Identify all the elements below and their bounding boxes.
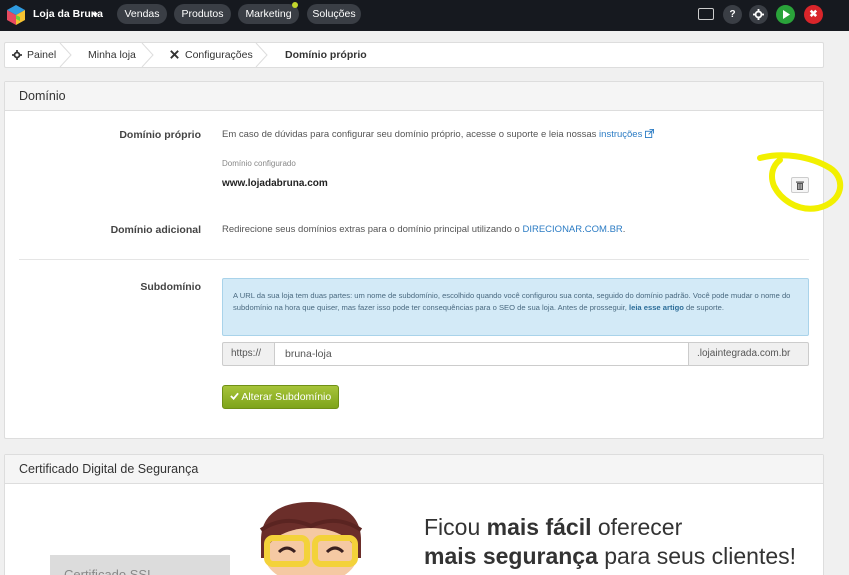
change-subdomain-label: Alterar Subdomínio — [241, 391, 332, 403]
info-line-3: de suporte. — [685, 302, 724, 312]
promo-1c: oferecer — [597, 514, 683, 540]
configured-domain-label: Domínio configurado — [222, 159, 296, 168]
support-article-link[interactable]: leia esse artigo — [629, 303, 684, 312]
ssl-tag-label: Certificado SSL — [64, 567, 155, 575]
subdomain-input-group: https:// bruna-loja .lojaintegrada.com.b… — [222, 342, 809, 366]
https-prefix: https:// — [222, 342, 275, 366]
promo-2b: para seus clientes! — [604, 543, 797, 569]
own-domain-label: Domínio próprio — [119, 129, 201, 141]
promo-1b: mais fácil — [486, 514, 592, 540]
mascot-illustration — [259, 502, 363, 575]
store-logo-icon[interactable] — [6, 4, 26, 26]
subdomain-input[interactable]: bruna-loja — [274, 342, 689, 366]
breadcrumb-separator — [255, 43, 269, 67]
gear-icon[interactable] — [749, 5, 768, 24]
ssl-panel-title: Certificado Digital de Segurança — [5, 455, 823, 484]
own-domain-help-text: Em caso de dúvidas para configurar seu d… — [222, 129, 597, 140]
divider — [19, 259, 809, 260]
domain-suffix: .lojaintegrada.com.br — [688, 342, 809, 366]
chevron-down-icon[interactable] — [92, 13, 98, 17]
breadcrumb-separator — [59, 43, 73, 67]
top-navbar: Loja da Bruna Vendas Produtos Marketing … — [0, 0, 849, 31]
gear-icon — [12, 50, 22, 60]
help-icon[interactable]: ? — [723, 5, 742, 24]
nav-vendas[interactable]: Vendas — [117, 4, 167, 24]
additional-domain-text: Redirecione seus domínios extras para o … — [222, 224, 625, 235]
promo-line-2: mais segurança para seus clientes! — [424, 543, 796, 570]
additional-domain-label: Domínio adicional — [110, 224, 201, 236]
close-icon[interactable]: ✖ — [804, 5, 823, 24]
breadcrumb: Painel Minha loja Configurações Domínio … — [4, 42, 824, 68]
promo-1a: Ficou — [424, 514, 481, 540]
breadcrumb-dominio-proprio: Domínio próprio — [285, 49, 367, 61]
promo-line-1: Ficou mais fácil oferecer — [424, 514, 682, 541]
direcionar-link[interactable]: DIRECIONAR.COM.BR — [522, 224, 622, 235]
promo-2a: mais segurança — [424, 543, 598, 569]
domain-panel: Domínio Domínio próprio Em caso de dúvid… — [4, 81, 824, 439]
configured-domain-value: www.lojadabruna.com — [222, 178, 328, 189]
monitor-icon[interactable] — [698, 8, 714, 20]
change-subdomain-button[interactable]: Alterar Subdomínio — [222, 385, 340, 409]
breadcrumb-configuracoes[interactable]: Configurações — [185, 43, 253, 67]
play-icon[interactable] — [776, 5, 795, 24]
ssl-certificate-tag: Certificado SSL — [50, 555, 230, 575]
additional-domain-description: Redirecione seus domínios extras para o … — [222, 224, 520, 235]
period: . — [622, 224, 626, 235]
breadcrumb-minha-loja[interactable]: Minha loja — [88, 43, 136, 67]
nav-marketing[interactable]: Marketing — [238, 4, 299, 24]
panel-title: Domínio — [5, 82, 823, 111]
own-domain-help: Em caso de dúvidas para configurar seu d… — [222, 129, 654, 140]
breadcrumb-painel[interactable]: Painel — [27, 43, 56, 67]
external-link-icon — [645, 129, 654, 138]
subdomain-label: Subdomínio — [140, 281, 201, 293]
nav-solucoes[interactable]: Soluções — [307, 4, 361, 24]
wrench-icon — [170, 50, 179, 59]
delete-domain-button[interactable] — [791, 177, 809, 193]
instructions-link[interactable]: instruções — [599, 129, 642, 140]
info-line-1: A URL da sua loja tem duas partes: um no… — [233, 291, 729, 300]
breadcrumb-separator — [141, 43, 155, 67]
notification-dot — [292, 2, 298, 8]
trash-icon — [796, 181, 804, 190]
check-icon — [230, 392, 239, 401]
nav-produtos[interactable]: Produtos — [174, 4, 231, 24]
subdomain-info-alert: A URL da sua loja tem duas partes: um no… — [222, 278, 809, 336]
